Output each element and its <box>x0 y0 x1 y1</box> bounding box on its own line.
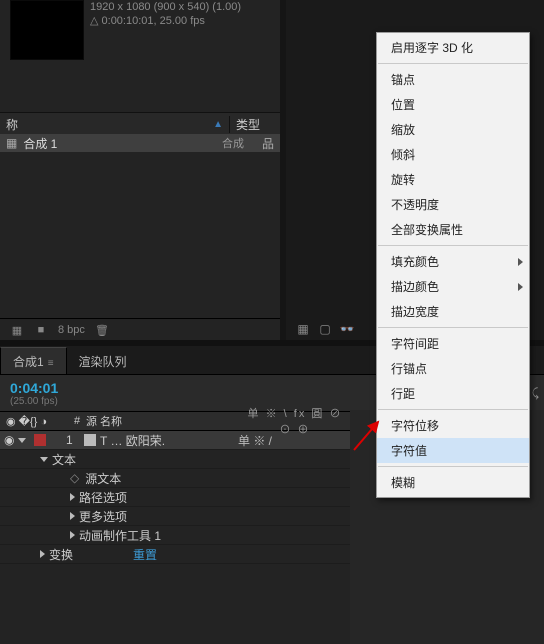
menu-separator <box>378 63 528 64</box>
project-item-name: 合成 1 <box>23 135 57 152</box>
eye-icon[interactable]: ◉ <box>4 433 14 447</box>
menu-item[interactable]: 字符值 <box>377 438 529 463</box>
menu-item[interactable]: 倾斜 <box>377 142 529 167</box>
project-item-type: 合成 <box>222 135 244 151</box>
col-name-header[interactable]: 称 <box>0 116 213 133</box>
text-layer-icon <box>84 434 96 446</box>
col-type-header[interactable]: 类型 <box>229 116 280 133</box>
menu-item[interactable]: 位置 <box>377 92 529 117</box>
stopwatch-icon[interactable]: ◇ <box>70 471 79 485</box>
layer-switches[interactable]: 单 ※ / <box>238 432 348 449</box>
layer-index: 1 <box>66 433 84 447</box>
menu-separator <box>378 409 528 410</box>
grid-icon[interactable]: ▦ <box>296 322 310 336</box>
menu-item[interactable]: 不透明度 <box>377 192 529 217</box>
layer-color-chip[interactable] <box>34 434 46 446</box>
comp-dimensions: 1920 x 1080 (900 x 540) (1.00) <box>90 0 241 14</box>
menu-item[interactable]: 描边颜色 <box>377 274 529 299</box>
twirl-down-icon[interactable] <box>18 438 26 443</box>
menu-item[interactable]: 旋转 <box>377 167 529 192</box>
av-columns[interactable]: ◉ �{} ◑ <box>0 415 68 428</box>
source-name-column[interactable]: 源 名称 <box>86 413 240 429</box>
animate-context-menu: 启用逐字 3D 化锚点位置缩放倾斜旋转不透明度全部变换属性填充颜色描边颜色描边宽… <box>376 32 530 498</box>
comp-info: 1920 x 1080 (900 x 540) (1.00) △ 0:00:10… <box>90 0 241 28</box>
menu-item[interactable]: 填充颜色 <box>377 249 529 274</box>
menu-item[interactable]: 行锚点 <box>377 356 529 381</box>
trash-icon[interactable]: 🗑 <box>95 323 109 337</box>
comp-thumbnail[interactable] <box>10 0 84 60</box>
layer-name[interactable]: T … 欧阳荣. <box>100 432 165 449</box>
swatch-icon[interactable]: ■ <box>34 323 48 337</box>
tab-composition[interactable]: 合成1≡ <box>0 347 67 374</box>
menu-item[interactable]: 行距 <box>377 381 529 406</box>
3d-view-icon[interactable]: 👓 <box>340 322 354 336</box>
twirl-right-icon[interactable] <box>70 512 75 520</box>
bpc-label[interactable]: 8 bpc <box>58 324 85 336</box>
index-column[interactable]: # <box>68 415 86 427</box>
menu-separator <box>378 466 528 467</box>
menu-item[interactable]: 启用逐字 3D 化 <box>377 35 529 60</box>
project-panel: 1920 x 1080 (900 x 540) (1.00) △ 0:00:10… <box>0 0 281 340</box>
reset-link[interactable]: 重置 <box>133 546 157 563</box>
tab-render-queue[interactable]: 渲染队列 <box>67 348 139 374</box>
composition-icon: ▦ <box>6 136 17 150</box>
twirl-right-icon[interactable] <box>70 493 75 501</box>
comp-duration: △ 0:00:10:01, 25.00 fps <box>90 14 241 28</box>
menu-item[interactable]: 全部变换属性 <box>377 217 529 242</box>
menu-item[interactable]: 模糊 <box>377 470 529 495</box>
menu-item[interactable]: 描边宽度 <box>377 299 529 324</box>
interpret-icon[interactable]: ▦ <box>10 323 24 337</box>
flowchart-icon[interactable]: 品 <box>262 135 274 152</box>
twirl-right-icon[interactable] <box>40 550 45 558</box>
project-item-row[interactable]: ▦ 合成 1 合成 品 <box>0 134 280 152</box>
menu-separator <box>378 245 528 246</box>
menu-item[interactable]: 字符位移 <box>377 413 529 438</box>
menu-item[interactable]: 缩放 <box>377 117 529 142</box>
menu-item[interactable]: 字符间距 <box>377 331 529 356</box>
twirl-right-icon[interactable] <box>70 531 75 539</box>
current-timecode[interactable]: 0:04:01 (25.00 fps) <box>0 380 68 407</box>
mask-toggle-icon[interactable]: ▢ <box>318 322 332 336</box>
sort-indicator-icon[interactable]: ▲ <box>213 119 223 130</box>
menu-item[interactable]: 锚点 <box>377 67 529 92</box>
viewer-controls: ▦ ▢ 👓 <box>296 318 354 340</box>
shy-icon[interactable]: ⤹ <box>532 386 539 401</box>
menu-separator <box>378 327 528 328</box>
project-bottom-bar: ▦ ■ 8 bpc 🗑 <box>0 318 290 341</box>
tab-menu-icon[interactable]: ≡ <box>48 358 54 369</box>
twirl-down-icon[interactable] <box>40 457 48 462</box>
project-list-header: 称 ▲ 类型 <box>0 112 280 136</box>
